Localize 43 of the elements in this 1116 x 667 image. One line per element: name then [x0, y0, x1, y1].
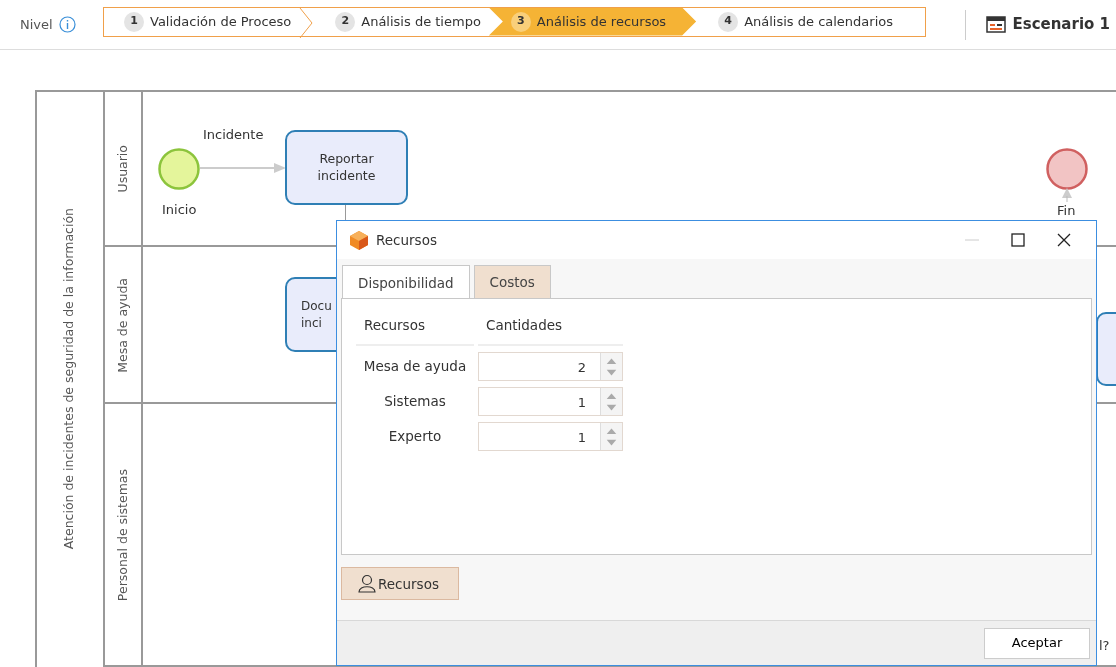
quantity-spinner[interactable]: 2 — [478, 351, 623, 381]
resources-button[interactable]: Recursos — [341, 567, 459, 601]
dialog-title: Recursos — [376, 230, 437, 250]
flow-arrow — [1061, 188, 1073, 202]
info-icon — [58, 16, 76, 33]
lane-label: Personal de sistemas — [113, 469, 131, 602]
step-tab[interactable]: 2 Análisis de tiempo — [313, 7, 489, 36]
step-tab[interactable]: 4 Análisis de calendarios — [696, 7, 901, 36]
resource-name: Experto — [387, 426, 443, 446]
close-icon — [1057, 233, 1071, 247]
dialog-tab[interactable]: Disponibilidad — [342, 265, 470, 300]
start-event — [158, 148, 200, 190]
dialog-tab[interactable]: Costos — [473, 265, 551, 299]
diagram-text: l? — [1099, 637, 1110, 655]
accept-button[interactable]: Aceptar — [984, 627, 1090, 659]
calendar-icon — [986, 15, 1007, 34]
level-label: Nivel — [20, 15, 53, 34]
task-label: Docu — [301, 298, 332, 315]
pool-label: Atención de incidentes de seguridad de la información — [59, 207, 77, 550]
lane-label: Usuario — [113, 144, 131, 193]
quantity-spinner[interactable]: 1 — [478, 386, 623, 416]
column-header: Recursos — [356, 311, 474, 346]
task-label: incidente — [317, 167, 376, 185]
quantity-spinner[interactable]: 1 — [478, 421, 623, 451]
lane-label: Mesa de ayuda — [113, 278, 131, 373]
event-label: Fin — [1057, 202, 1076, 220]
spinner-arrows-icon — [600, 422, 622, 450]
spinner-arrows-icon — [600, 352, 622, 380]
end-event — [1046, 148, 1088, 190]
resource-name: Mesa de ayuda — [362, 356, 468, 376]
task-label: Reportar — [319, 150, 374, 168]
task-label: inci — [301, 314, 322, 331]
scenario-title: Escenario 1 — [1012, 14, 1110, 36]
user-icon — [358, 574, 376, 594]
step-tab[interactable]: 3 Análisis de recursos — [488, 7, 697, 36]
step-tab[interactable]: 1 Validación de Proceso — [104, 7, 300, 36]
cube-icon — [349, 229, 369, 251]
event-label: Inicio — [162, 201, 197, 219]
spinner-arrows-icon — [600, 387, 622, 415]
column-header: Cantidades — [478, 311, 623, 346]
resource-name: Sistemas — [383, 391, 447, 411]
maximize-icon — [1011, 233, 1025, 247]
flow-label: Incidente — [203, 126, 264, 144]
